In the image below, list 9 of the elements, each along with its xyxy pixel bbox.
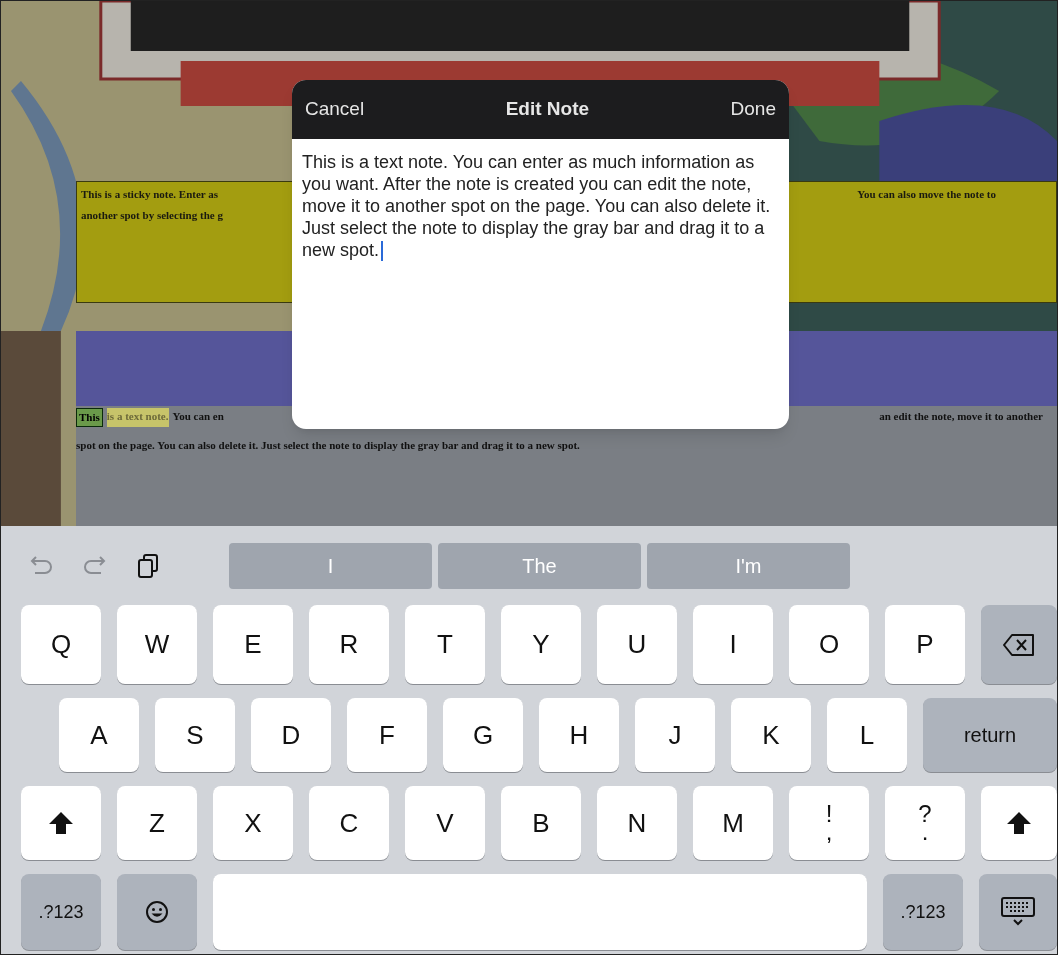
- note-text: is a text note.: [106, 408, 169, 427]
- note-text: another spot by selecting the g: [81, 207, 223, 223]
- note-text: This is a sticky note. Enter as: [81, 187, 219, 202]
- note-text: You can en: [172, 409, 224, 424]
- note-text: an edit the note, move it to another: [879, 409, 1043, 424]
- note-text: spot on the page. You can also delete it. Just select the note to display the gray bar and drag it to a new spot.: [76, 437, 581, 453]
- note-text: You can also move the note to: [857, 187, 996, 202]
- note-text: This: [76, 408, 103, 427]
- dialog-title: Edit Note: [505, 97, 590, 122]
